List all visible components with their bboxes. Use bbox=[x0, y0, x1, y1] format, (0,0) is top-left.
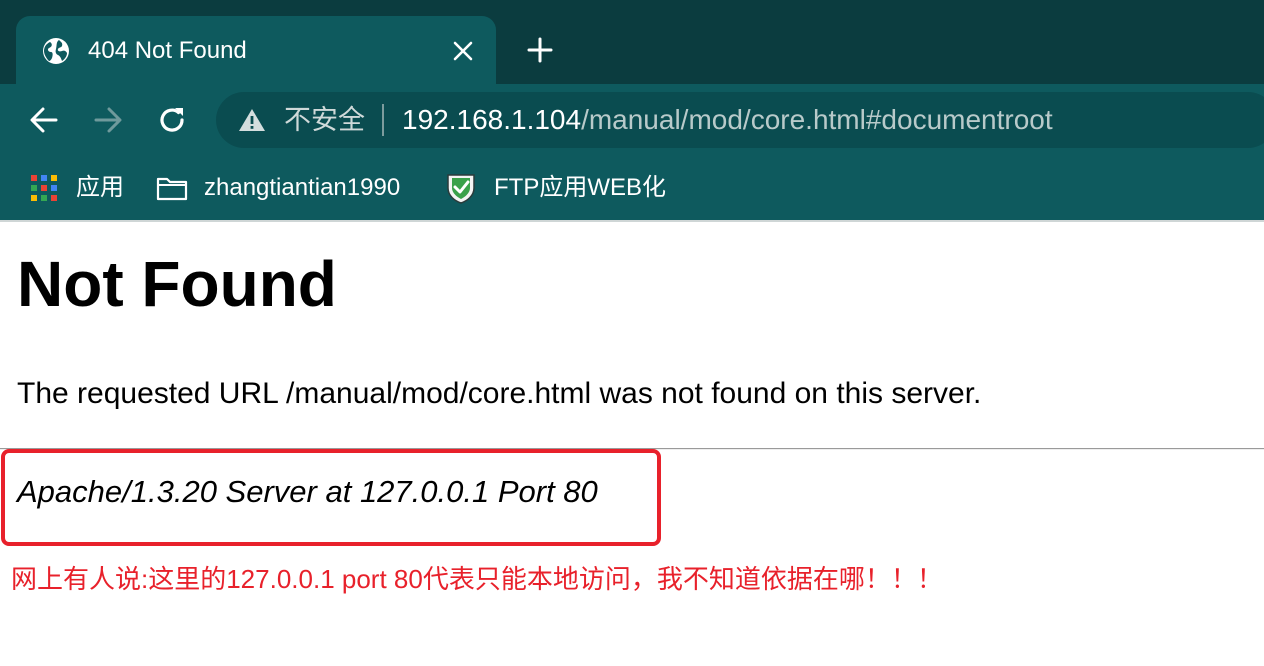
red-highlight-box bbox=[1, 449, 661, 546]
annotation-text: 网上有人说:这里的127.0.0.1 port 80代表只能本地访问，我不知道依… bbox=[11, 564, 943, 594]
page-title: Not Found bbox=[17, 248, 337, 320]
active-tab[interactable]: 404 Not Found bbox=[16, 16, 496, 84]
tab-strip: 404 Not Found bbox=[0, 0, 1264, 84]
tab-title: 404 Not Found bbox=[88, 37, 247, 64]
bookmark-label: FTP应用WEB化 bbox=[494, 174, 666, 201]
forward-arrow-icon[interactable] bbox=[90, 102, 126, 138]
browser-toolbar: 不安全 192.168.1.104/manual/mod/core.html#d… bbox=[0, 84, 1264, 156]
bookmark-folder-zhangtiantian1990[interactable]: zhangtiantian1990 bbox=[156, 156, 426, 220]
omnibox-divider bbox=[382, 104, 384, 136]
bookmark-label: zhangtiantian1990 bbox=[204, 174, 401, 201]
bookmarks-bar: 应用 zhangtiantian1990 FTP应用WEB化 bbox=[0, 156, 1264, 220]
new-tab-plus-icon[interactable] bbox=[526, 36, 554, 64]
apps-grid-icon bbox=[31, 175, 57, 201]
shield-check-icon bbox=[447, 174, 475, 204]
reload-icon[interactable] bbox=[154, 102, 190, 138]
bookmark-ftp-web[interactable]: FTP应用WEB化 bbox=[446, 156, 676, 220]
url-host: 192.168.1.104 bbox=[402, 104, 582, 135]
security-label[interactable]: 不安全 bbox=[284, 104, 365, 136]
close-icon[interactable] bbox=[452, 40, 474, 62]
warning-triangle-icon[interactable] bbox=[238, 107, 266, 133]
bookmark-apps[interactable]: 应用 bbox=[30, 156, 130, 220]
url-text[interactable]: 192.168.1.104/manual/mod/core.html#docum… bbox=[402, 104, 1053, 136]
error-message: The requested URL /manual/mod/core.html … bbox=[17, 377, 982, 410]
bookmark-label: 应用 bbox=[76, 174, 124, 201]
globe-icon bbox=[43, 38, 69, 64]
address-bar[interactable]: 不安全 192.168.1.104/manual/mod/core.html#d… bbox=[216, 92, 1264, 148]
chrome-bottom-border bbox=[0, 220, 1264, 222]
url-path: /manual/mod/core.html#documentroot bbox=[581, 104, 1053, 135]
folder-icon bbox=[156, 177, 188, 201]
back-arrow-icon[interactable] bbox=[26, 102, 62, 138]
